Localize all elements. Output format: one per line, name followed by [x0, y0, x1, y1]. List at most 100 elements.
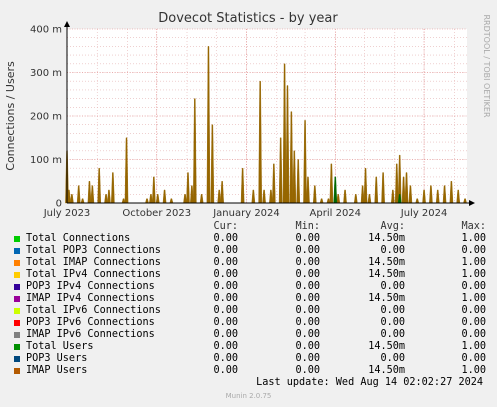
legend-min-value: 0.00	[295, 305, 320, 316]
legend-series-name: IMAP IPv6 Connections	[26, 329, 155, 340]
legend-min-value: 0.00	[295, 257, 320, 268]
legend-min-value: 0.00	[295, 317, 320, 328]
legend-cur-value: 0.00	[213, 341, 238, 352]
legend-row: Total Connections 0.00 0.00 14.50m 1.00	[12, 233, 492, 245]
legend-row: Total Users 0.00 0.00 14.50m 1.00	[12, 341, 492, 353]
legend-max-value: 0.00	[461, 353, 486, 364]
legend-series-name: Total IPv6 Connections	[26, 305, 161, 316]
legend-cur-value: 0.00	[213, 329, 238, 340]
legend-header-avg: Avg:	[380, 221, 405, 232]
legend-max-value: 1.00	[461, 341, 486, 352]
legend-swatch	[14, 356, 20, 362]
last-update: Last update: Wed Aug 14 02:02:27 2024	[256, 377, 483, 388]
chart: Dovecot Statistics - by year Connections…	[4, 11, 491, 219]
legend-cur-value: 0.00	[213, 281, 238, 292]
legend-avg-value: 14.50m	[368, 257, 405, 268]
legend-cur-value: 0.00	[213, 257, 238, 268]
legend-avg-value: 0.00	[380, 245, 405, 256]
legend-row: IMAP IPv4 Connections 0.00 0.00 14.50m 1.00	[12, 293, 492, 305]
y-tick-label: 100 m	[30, 155, 62, 166]
x-tick-label: July 2023	[43, 208, 91, 219]
legend-avg-value: 0.00	[380, 329, 405, 340]
legend-min-value: 0.00	[295, 341, 320, 352]
legend-header: Cur: Min: Avg: Max:	[12, 221, 492, 233]
legend-series-name: Total Users	[26, 341, 94, 352]
y-tick-label: 400 m	[30, 25, 62, 36]
legend-series-name: POP3 Users	[26, 353, 88, 364]
x-axis-arrow	[469, 200, 475, 206]
legend-avg-value: 14.50m	[368, 233, 405, 244]
y-tick-label: 300 m	[30, 68, 62, 79]
legend-swatch	[14, 272, 20, 278]
chart-title: Dovecot Statistics - by year	[158, 11, 338, 26]
rrdtool-side-label: RRDTOOL / TOBI OETIKER	[482, 14, 491, 117]
legend-max-value: 1.00	[461, 269, 486, 280]
legend-rows: Total Connections 0.00 0.00 14.50m 1.00 Total…	[12, 233, 492, 377]
legend-row: POP3 IPv4 Connections 0.00 0.00 0.00 0.00	[12, 281, 492, 293]
legend-max-value: 1.00	[461, 365, 486, 376]
x-tick-label: January 2024	[212, 208, 280, 219]
legend-swatch	[14, 296, 20, 302]
legend-row: POP3 Users 0.00 0.00 0.00 0.00	[12, 353, 492, 365]
legend-min-value: 0.00	[295, 329, 320, 340]
y-axis-label: Connections / Users	[4, 61, 17, 171]
legend-cur-value: 0.00	[213, 305, 238, 316]
legend-min-value: 0.00	[295, 365, 320, 376]
legend-min-value: 0.00	[295, 269, 320, 280]
legend-min-value: 0.00	[295, 233, 320, 244]
legend-min-value: 0.00	[295, 353, 320, 364]
munin-version: Munin 2.0.75	[225, 392, 272, 400]
legend-cur-value: 0.00	[213, 317, 238, 328]
legend-avg-value: 14.50m	[368, 293, 405, 304]
legend-avg-value: 14.50m	[368, 341, 405, 352]
legend-max-value: 1.00	[461, 233, 486, 244]
legend-cur-value: 0.00	[213, 245, 238, 256]
legend-avg-value: 0.00	[380, 305, 405, 316]
legend-series-name: IMAP IPv4 Connections	[26, 293, 155, 304]
y-axis-arrow	[64, 21, 70, 27]
x-tick-label: October 2023	[122, 208, 191, 219]
legend-row: Total IMAP Connections 0.00 0.00 14.50m 1.00	[12, 257, 492, 269]
legend-swatch	[14, 368, 20, 374]
x-tick-label: July 2024	[400, 208, 448, 219]
legend-series-name: Total Connections	[26, 233, 131, 244]
legend-max-value: 0.00	[461, 317, 486, 328]
legend-min-value: 0.00	[295, 293, 320, 304]
legend: Cur: Min: Avg: Max: Total Connections 0.0…	[12, 221, 492, 377]
legend-swatch	[14, 284, 20, 290]
legend-max-value: 0.00	[461, 329, 486, 340]
y-tick-label: 200 m	[30, 112, 62, 123]
legend-cur-value: 0.00	[213, 293, 238, 304]
legend-row: POP3 IPv6 Connections 0.00 0.00 0.00 0.00	[12, 317, 492, 329]
legend-cur-value: 0.00	[213, 233, 238, 244]
legend-series-name: Total IPv4 Connections	[26, 269, 161, 280]
legend-series-name: POP3 IPv6 Connections	[26, 317, 155, 328]
legend-swatch	[14, 260, 20, 266]
legend-avg-value: 0.00	[380, 317, 405, 328]
legend-avg-value: 0.00	[380, 281, 405, 292]
legend-max-value: 0.00	[461, 281, 486, 292]
legend-avg-value: 14.50m	[368, 365, 405, 376]
legend-header-cur: Cur:	[213, 221, 238, 232]
legend-row: Total IPv4 Connections 0.00 0.00 14.50m 1.00	[12, 269, 492, 281]
legend-cur-value: 0.00	[213, 269, 238, 280]
legend-swatch	[14, 344, 20, 350]
legend-max-value: 1.00	[461, 257, 486, 268]
legend-header-max: Max:	[461, 221, 486, 232]
legend-series-name: POP3 IPv4 Connections	[26, 281, 155, 292]
legend-series-name: Total POP3 Connections	[26, 245, 161, 256]
legend-max-value: 1.00	[461, 293, 486, 304]
legend-row: Total POP3 Connections 0.00 0.00 0.00 0.00	[12, 245, 492, 257]
legend-avg-value: 0.00	[380, 353, 405, 364]
legend-swatch	[14, 248, 20, 254]
legend-avg-value: 14.50m	[368, 269, 405, 280]
legend-row: IMAP Users 0.00 0.00 14.50m 1.00	[12, 365, 492, 377]
legend-header-min: Min:	[295, 221, 320, 232]
legend-row: Total IPv6 Connections 0.00 0.00 0.00 0.00	[12, 305, 492, 317]
legend-series-name: Total IMAP Connections	[26, 257, 161, 268]
legend-swatch	[14, 308, 20, 314]
legend-min-value: 0.00	[295, 281, 320, 292]
legend-max-value: 0.00	[461, 245, 486, 256]
legend-series-name: IMAP Users	[26, 365, 88, 376]
legend-cur-value: 0.00	[213, 365, 238, 376]
